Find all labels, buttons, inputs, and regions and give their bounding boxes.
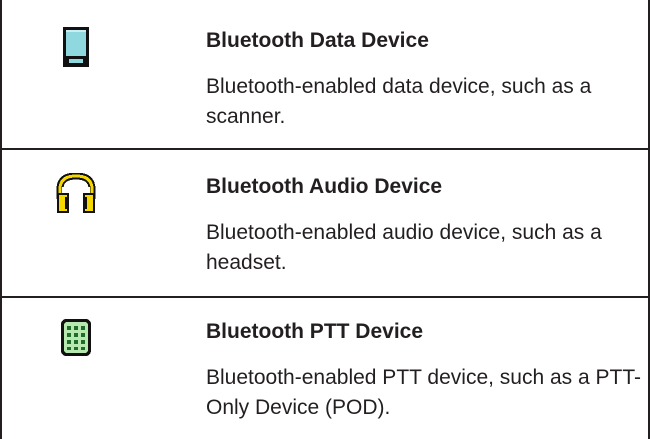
table-row-audio-device: Bluetooth Audio Device Bluetooth-enabled… xyxy=(2,148,648,296)
bluetooth-ptt-device-icon xyxy=(61,319,91,356)
device-description: Bluetooth-enabled PTT device, such as a … xyxy=(206,366,642,419)
row-text: Bluetooth PTT Device Bluetooth-enabled P… xyxy=(206,319,642,423)
bluetooth-data-device-icon xyxy=(63,27,89,67)
bluetooth-audio-device-icon xyxy=(56,173,96,213)
table-row-data-device: Bluetooth Data Device Bluetooth-enabled … xyxy=(2,0,648,148)
row-text: Bluetooth Audio Device Bluetooth-enabled… xyxy=(206,174,642,278)
device-description: Bluetooth-enabled data device, such as a… xyxy=(206,75,592,128)
row-text: Bluetooth Data Device Bluetooth-enabled … xyxy=(206,28,642,132)
icon-description-table: Bluetooth Data Device Bluetooth-enabled … xyxy=(0,0,650,439)
table-row-ptt-device: Bluetooth PTT Device Bluetooth-enabled P… xyxy=(2,296,648,439)
device-title: Bluetooth Data Device xyxy=(206,29,429,52)
device-title: Bluetooth Audio Device xyxy=(206,175,443,198)
device-title: Bluetooth PTT Device xyxy=(206,320,424,343)
device-description: Bluetooth-enabled audio device, such as … xyxy=(206,221,602,274)
